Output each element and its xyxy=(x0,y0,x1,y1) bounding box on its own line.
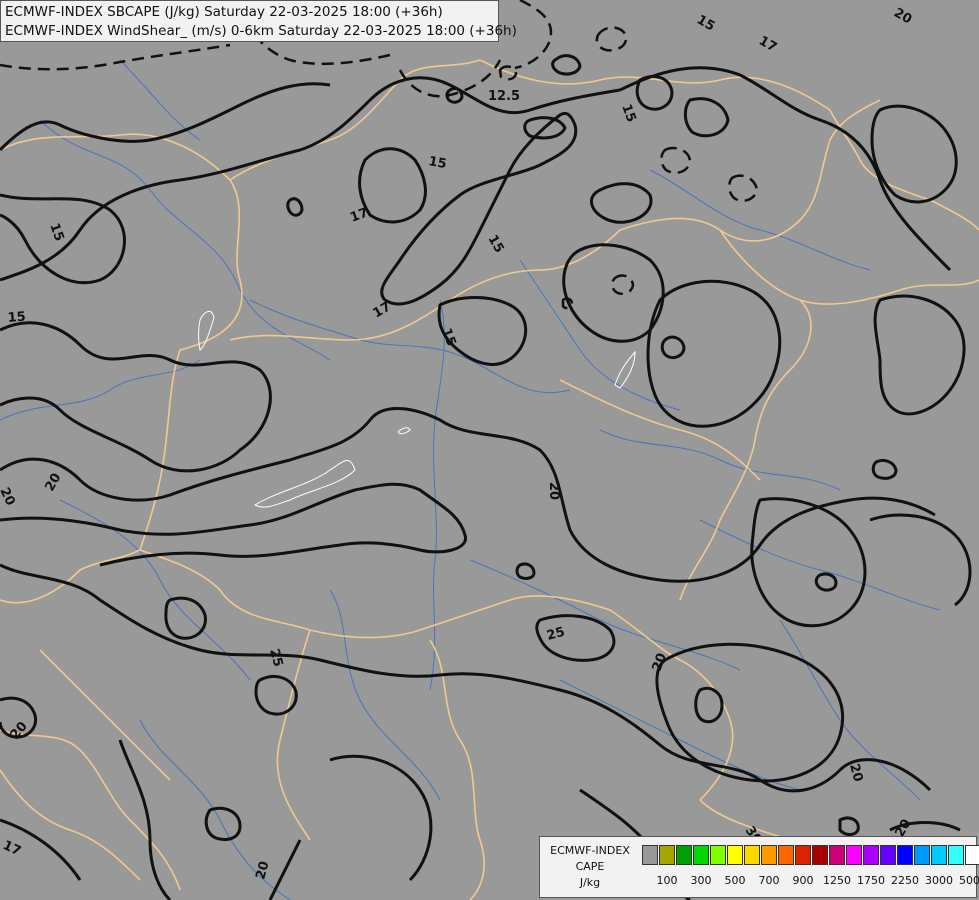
contour-label-12-5: 12.5 xyxy=(488,89,520,104)
legend-swatch xyxy=(829,845,845,865)
legend-swatch xyxy=(795,845,811,865)
legend-tick-label: 700 xyxy=(758,874,780,887)
legend-tick-label: 900 xyxy=(792,874,814,887)
legend-swatch xyxy=(880,845,896,865)
legend-swatch xyxy=(812,845,828,865)
title-box: ECMWF-INDEX SBCAPE (J/kg) Saturday 22-03… xyxy=(0,0,517,42)
title-windshear: ECMWF-INDEX WindShear_ (m/s) 0-6km Satur… xyxy=(5,23,517,39)
legend-tick-label: 300 xyxy=(690,874,712,887)
legend-title: ECMWF-INDEX CAPE J/kg xyxy=(540,843,640,891)
legend-tick-labels: 100 300 500 700 900 1250 1750 2250 3000 5000 xyxy=(642,874,979,890)
legend-swatch xyxy=(710,845,726,865)
legend-swatch xyxy=(948,845,964,865)
legend-swatch xyxy=(914,845,930,865)
legend-tick-label: 5000 xyxy=(959,874,979,887)
contour-label-15: 15 xyxy=(427,154,447,172)
legend-tick-label: 1750 xyxy=(857,874,885,887)
legend-swatch xyxy=(778,845,794,865)
weather-map: 15 17 20 12.5 15 15 17 15 15 15 17 15 20… xyxy=(0,0,979,900)
legend-swatch xyxy=(761,845,777,865)
cape-legend: ECMWF-INDEX CAPE J/kg 100 300 500 700 900 125… xyxy=(539,836,979,898)
legend-swatch xyxy=(863,845,879,865)
legend-color-scale xyxy=(642,845,979,865)
contour-label-15: 15 xyxy=(7,309,26,326)
legend-swatch xyxy=(659,845,675,865)
title-cape: ECMWF-INDEX SBCAPE (J/kg) Saturday 22-03… xyxy=(5,4,443,20)
legend-swatch xyxy=(642,845,658,865)
legend-swatch xyxy=(727,845,743,865)
legend-unit: J/kg xyxy=(579,876,601,889)
legend-tick-label: 100 xyxy=(656,874,678,887)
legend-source: ECMWF-INDEX xyxy=(550,844,630,857)
contour-label-20: 20 xyxy=(546,482,561,500)
legend-tick-label: 1250 xyxy=(823,874,851,887)
legend-swatch xyxy=(931,845,947,865)
legend-tick-label: 2250 xyxy=(891,874,919,887)
legend-tick-label: 3000 xyxy=(925,874,953,887)
legend-tick-label: 500 xyxy=(724,874,746,887)
legend-swatch xyxy=(744,845,760,865)
legend-swatch xyxy=(676,845,692,865)
legend-swatch xyxy=(693,845,709,865)
legend-variable: CAPE xyxy=(575,860,605,873)
legend-swatch xyxy=(846,845,862,865)
legend-swatch xyxy=(897,845,913,865)
legend-swatch xyxy=(965,845,979,865)
